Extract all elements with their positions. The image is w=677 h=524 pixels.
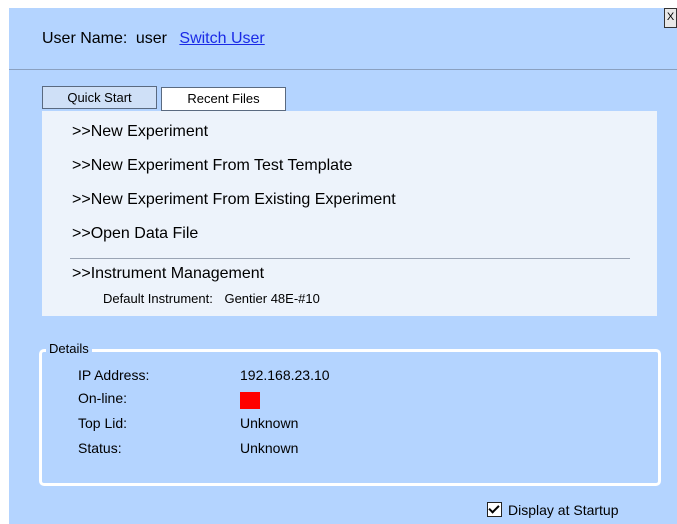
tab-recent-files[interactable]: Recent Files: [161, 87, 286, 111]
display-at-startup: Display at Startup: [487, 502, 619, 518]
display-at-startup-checkbox[interactable]: [487, 502, 502, 517]
panel-divider: [70, 258, 630, 259]
user-name-label: User Name:: [42, 30, 128, 47]
default-instrument: Default Instrument: Gentier 48E-#10: [103, 291, 320, 306]
details-title: Details: [46, 341, 92, 356]
user-name-value: user: [135, 30, 167, 47]
instrument-management-link[interactable]: >>Instrument Management: [72, 265, 264, 283]
top-lid-label: Top Lid:: [78, 415, 128, 431]
ip-address-value: 192.168.23.10: [240, 367, 330, 383]
switch-user-link[interactable]: Switch User: [179, 30, 264, 47]
new-experiment-from-existing-link[interactable]: >>New Experiment From Existing Experimen…: [72, 191, 396, 209]
status-label: Status:: [78, 440, 122, 456]
ip-address-label: IP Address:: [78, 367, 150, 383]
status-value: Unknown: [240, 440, 299, 456]
new-experiment-link[interactable]: >>New Experiment: [72, 123, 208, 141]
online-label: On-line:: [78, 390, 128, 406]
close-button[interactable]: X: [664, 8, 677, 28]
top-lid-value: Unknown: [240, 415, 299, 431]
open-data-file-link[interactable]: >>Open Data File: [72, 225, 198, 243]
default-instrument-value: Gentier 48E-#10: [224, 291, 320, 306]
new-experiment-from-template-link[interactable]: >>New Experiment From Test Template: [72, 157, 352, 175]
tab-quick-start[interactable]: Quick Start: [42, 86, 157, 109]
header-divider: [9, 69, 677, 70]
quick-start-panel: >>New Experiment >>New Experiment From T…: [42, 111, 657, 316]
display-at-startup-label: Display at Startup: [508, 502, 619, 518]
online-status-indicator: [240, 392, 260, 409]
user-row: User Name: user Switch User: [42, 30, 265, 48]
default-instrument-label: Default Instrument:: [103, 291, 213, 306]
